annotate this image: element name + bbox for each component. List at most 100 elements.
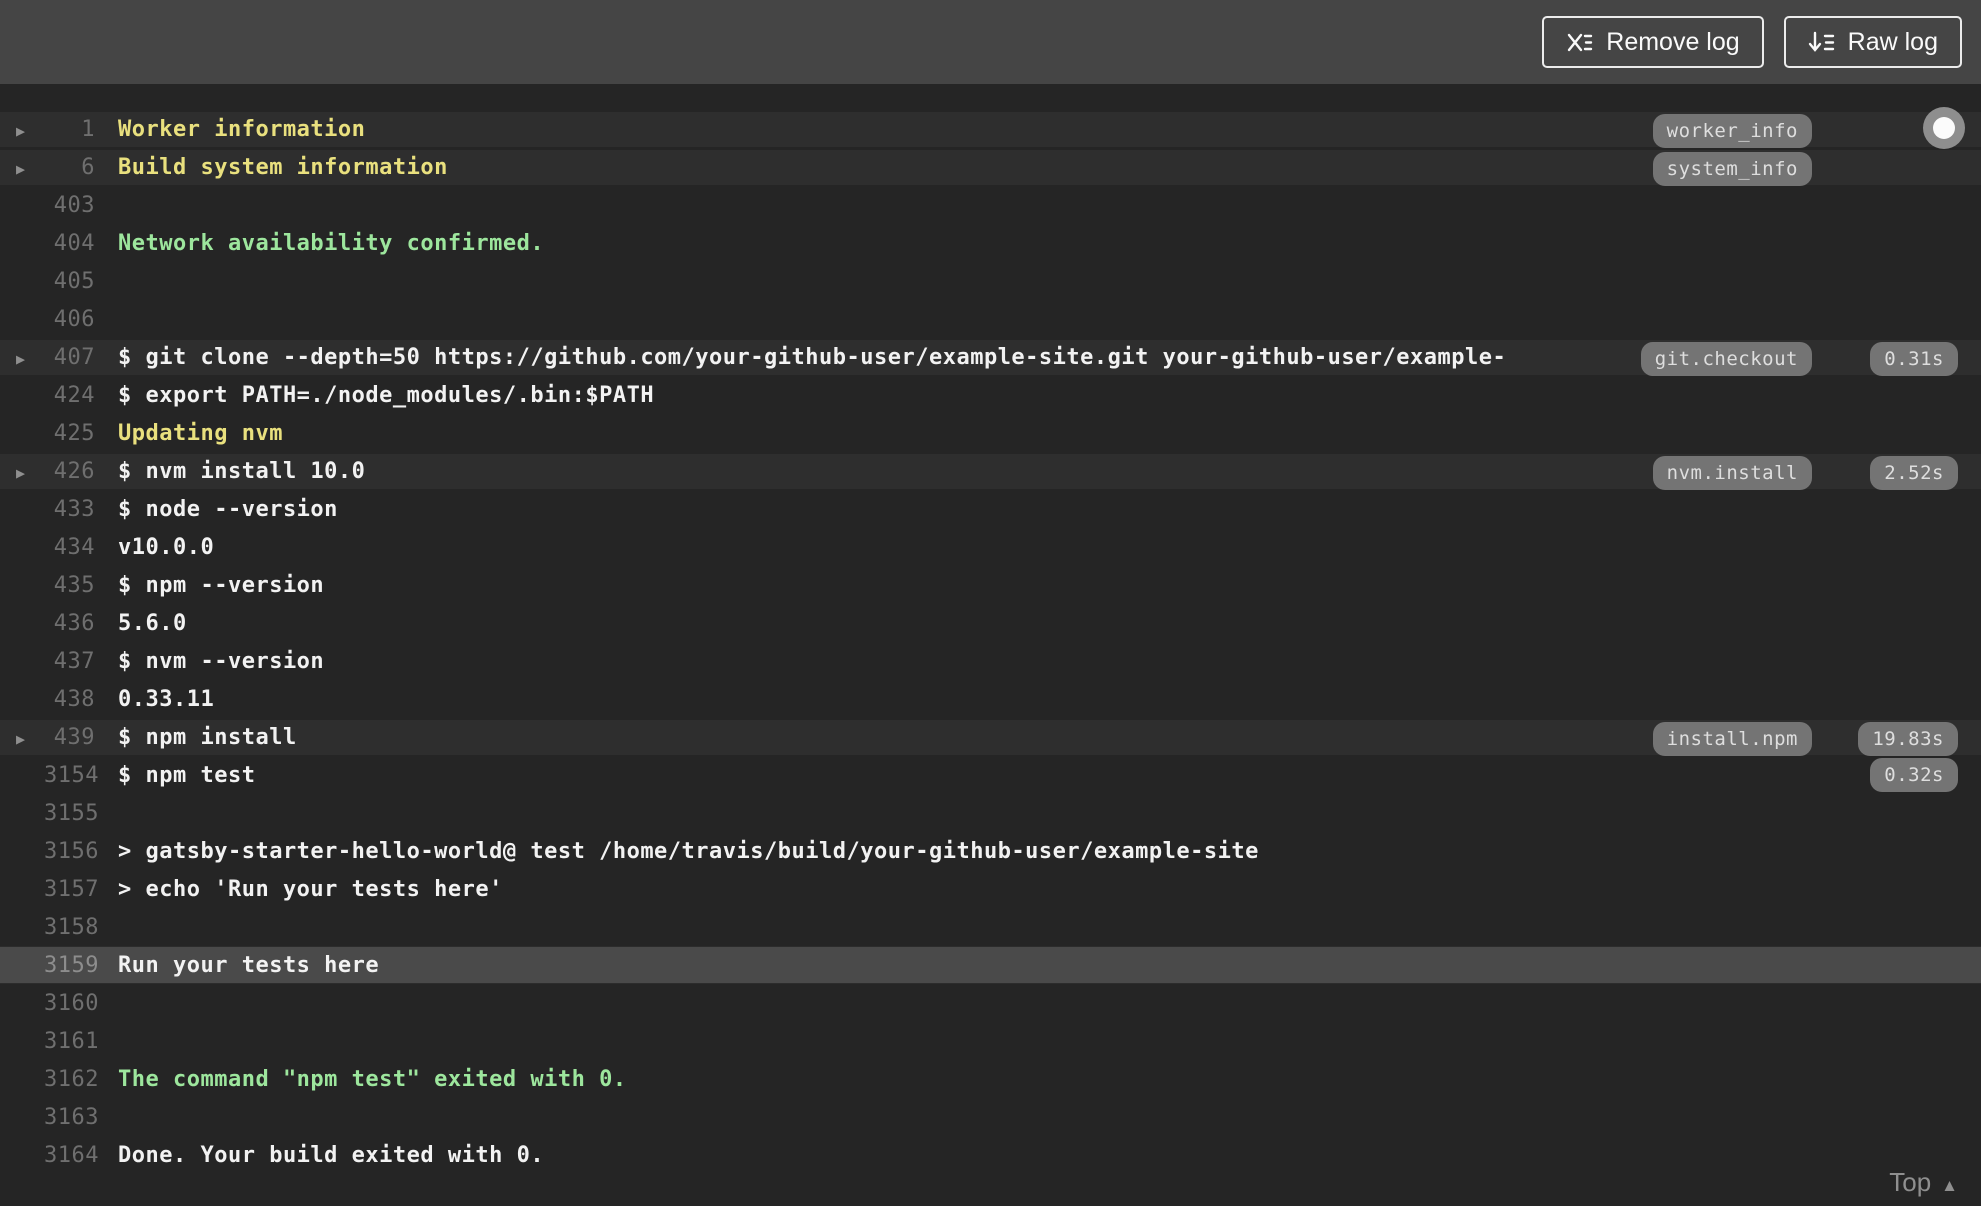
fold-tag-badge: system_info — [1652, 152, 1812, 186]
log-line-text: > gatsby-starter-hello-world@ test /home… — [118, 838, 1259, 864]
line-number[interactable]: 435 — [44, 573, 95, 598]
log-row: 3154 $ npm test 0.32s — [0, 756, 1981, 794]
log-line-text: $ npm test — [118, 762, 256, 788]
line-number[interactable]: 3162 — [44, 1067, 98, 1092]
log-line-text: 5.6.0 — [118, 610, 187, 636]
line-number[interactable]: 436 — [44, 611, 95, 636]
log-row: 1Worker informationworker_info — [0, 110, 1981, 148]
log-row: 437 $ nvm --version — [0, 642, 1981, 680]
log-line-text: v10.0.0 — [118, 534, 215, 560]
log-toolbar: Remove log Raw log — [0, 0, 1981, 84]
fold-toggle[interactable] — [0, 117, 44, 142]
log-row: 436 5.6.0 — [0, 604, 1981, 642]
scroll-knob[interactable] — [1923, 107, 1965, 149]
log-row: 3159 Run your tests here — [0, 946, 1981, 984]
fold-arrow-icon — [16, 345, 26, 370]
line-number[interactable]: 407 — [44, 345, 95, 370]
duration-badge: 2.52s — [1870, 456, 1958, 490]
log-line-text: Done. Your build exited with 0. — [118, 1142, 545, 1168]
line-number[interactable]: 404 — [44, 231, 95, 256]
log-line-text: $ nvm --version — [118, 648, 325, 674]
line-number[interactable]: 3159 — [44, 953, 98, 978]
top-link[interactable]: Top — [1889, 1167, 1958, 1198]
log-row: 406 — [0, 300, 1981, 338]
raw-log-button[interactable]: Raw log — [1783, 16, 1962, 68]
raw-log-label: Raw log — [1847, 27, 1938, 56]
log-line-text: Run your tests here — [118, 952, 380, 978]
remove-log-button[interactable]: Remove log — [1542, 16, 1764, 68]
log-line-text: $ node --version — [118, 496, 338, 522]
log-line-text: $ npm --version — [118, 572, 325, 598]
build-log: 1Worker informationworker_info6Build sys… — [0, 84, 1981, 1206]
log-row: 3160 — [0, 984, 1981, 1022]
line-number[interactable]: 434 — [44, 535, 95, 560]
line-number[interactable]: 3154 — [44, 763, 98, 788]
fold-toggle[interactable] — [0, 155, 44, 180]
line-number[interactable]: 437 — [44, 649, 95, 674]
duration-badge: 0.32s — [1870, 758, 1958, 792]
line-number[interactable]: 3156 — [44, 839, 98, 864]
top-link-label: Top — [1889, 1167, 1932, 1197]
remove-log-label: Remove log — [1606, 27, 1740, 56]
fold-arrow-icon — [16, 459, 26, 484]
line-number[interactable]: 405 — [44, 269, 95, 294]
line-number[interactable]: 3158 — [44, 915, 98, 940]
log-row: 425 Updating nvm — [0, 414, 1981, 452]
line-number[interactable]: 3161 — [44, 1029, 98, 1054]
fold-tag-badge: nvm.install — [1652, 456, 1812, 490]
log-row: 434 v10.0.0 — [0, 528, 1981, 566]
arrow-up-icon — [1941, 1167, 1958, 1198]
remove-log-icon — [1566, 29, 1593, 56]
log-row: 6Build system informationsystem_info — [0, 148, 1981, 186]
line-number[interactable]: 6 — [44, 155, 95, 180]
toolbar-buttons: Remove log Raw log — [1542, 16, 1962, 68]
line-number[interactable]: 433 — [44, 497, 95, 522]
log-row: 407$ git clone --depth=50 https://github… — [0, 338, 1981, 376]
log-row: 438 0.33.11 — [0, 680, 1981, 718]
log-row: 3156 > gatsby-starter-hello-world@ test /… — [0, 832, 1981, 870]
raw-log-icon — [1808, 29, 1835, 56]
log-row: 3157 > echo 'Run your tests here' — [0, 870, 1981, 908]
log-row: 3164 Done. Your build exited with 0. — [0, 1136, 1981, 1174]
line-number[interactable]: 439 — [44, 725, 95, 750]
line-number[interactable]: 3163 — [44, 1105, 98, 1130]
fold-arrow-icon — [16, 155, 26, 180]
fold-toggle[interactable] — [0, 345, 44, 370]
log-row: 3162 The command "npm test" exited with 0… — [0, 1060, 1981, 1098]
fold-toggle[interactable] — [0, 725, 44, 750]
fold-tag-badge: worker_info — [1652, 114, 1812, 148]
log-line-text: 0.33.11 — [118, 686, 215, 712]
log-line-text: Updating nvm — [118, 420, 283, 446]
line-number[interactable]: 438 — [44, 687, 95, 712]
log-row: 404 Network availability confirmed. — [0, 224, 1981, 262]
line-number[interactable]: 3164 — [44, 1143, 98, 1168]
fold-toggle[interactable] — [0, 459, 44, 484]
log-row: 405 — [0, 262, 1981, 300]
log-line-text: > echo 'Run your tests here' — [118, 876, 503, 902]
log-row: 435 $ npm --version — [0, 566, 1981, 604]
line-number[interactable]: 3155 — [44, 801, 98, 826]
fold-arrow-icon — [16, 725, 26, 750]
log-row: 403 — [0, 186, 1981, 224]
line-number[interactable]: 403 — [44, 193, 95, 218]
log-line-text: Network availability confirmed. — [118, 230, 545, 256]
duration-badge: 19.83s — [1858, 722, 1958, 756]
duration-badge: 0.31s — [1870, 342, 1958, 376]
log-rows: 1Worker informationworker_info6Build sys… — [0, 110, 1981, 1174]
line-number[interactable]: 3160 — [44, 991, 98, 1016]
log-line-text: $ export PATH=./node_modules/.bin:$PATH — [118, 382, 655, 408]
line-number[interactable]: 3157 — [44, 877, 98, 902]
line-number[interactable]: 406 — [44, 307, 95, 332]
log-row: 439$ npm installinstall.npm19.83s — [0, 718, 1981, 756]
line-number[interactable]: 1 — [44, 117, 95, 142]
fold-tag-badge: git.checkout — [1640, 342, 1812, 376]
line-number[interactable]: 424 — [44, 383, 95, 408]
line-number[interactable]: 426 — [44, 459, 95, 484]
log-line-text: The command "npm test" exited with 0. — [118, 1066, 627, 1092]
line-number[interactable]: 425 — [44, 421, 95, 446]
log-row: 3163 — [0, 1098, 1981, 1136]
log-row: 426$ nvm install 10.0nvm.install2.52s — [0, 452, 1981, 490]
log-row: 3155 — [0, 794, 1981, 832]
fold-arrow-icon — [16, 117, 26, 142]
log-row: 433 $ node --version — [0, 490, 1981, 528]
